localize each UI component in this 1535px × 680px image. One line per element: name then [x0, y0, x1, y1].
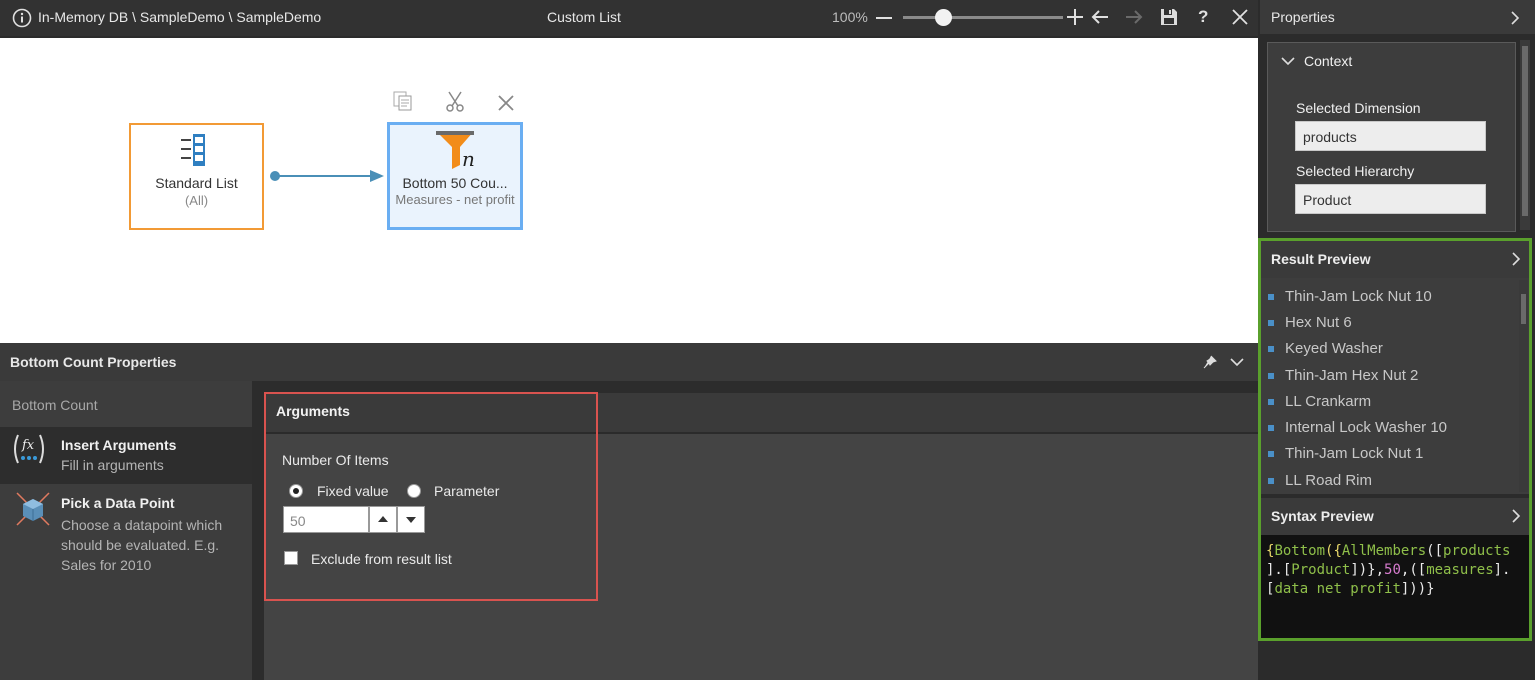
menu-item-insert-arguments[interactable]: fx Insert Arguments Fill in arguments — [0, 427, 252, 484]
node-subtitle: Measures - net profit — [395, 192, 515, 207]
pin-icon[interactable] — [1203, 355, 1217, 369]
properties-scrollbar[interactable] — [1520, 40, 1530, 230]
preview-highlight-box — [1258, 238, 1532, 641]
undo-arrow-icon[interactable] — [1090, 8, 1110, 26]
close-icon[interactable] — [1231, 8, 1249, 26]
connector-arrow — [270, 170, 384, 182]
top-toolbar: In-Memory DB \ SampleDemo \ SampleDemo C… — [0, 0, 1258, 36]
info-icon[interactable] — [12, 8, 32, 28]
chevron-right-icon[interactable] — [1510, 11, 1520, 25]
cut-icon[interactable] — [444, 90, 466, 112]
menu-item-description: Fill in arguments — [61, 457, 164, 473]
zoom-slider-thumb[interactable] — [934, 9, 952, 26]
menu-item-pick-data-point[interactable]: Pick a Data Point Choose a datapoint whi… — [0, 487, 252, 597]
properties-header: Properties — [1260, 0, 1535, 34]
workflow-canvas[interactable]: Standard List (All) n Bottom 50 Cou... M… — [0, 38, 1258, 343]
bottom-count-menu: Bottom Count fx Insert Arguments Fill in… — [0, 381, 252, 680]
node-icon-letter: n — [462, 147, 475, 171]
list-icon — [179, 133, 215, 167]
menu-item-title: Insert Arguments — [61, 437, 177, 453]
chevron-down-icon[interactable] — [1281, 56, 1295, 66]
context-header: Context — [1304, 53, 1353, 69]
bottom-panel-header: Bottom Count Properties — [0, 343, 1258, 381]
breadcrumb: In-Memory DB \ SampleDemo \ SampleDemo — [38, 9, 322, 25]
zoom-slider[interactable] — [903, 16, 1063, 19]
delete-icon[interactable] — [497, 94, 515, 112]
bottom-count-node[interactable]: n Bottom 50 Cou... Measures - net profit — [387, 122, 523, 230]
save-icon[interactable] — [1159, 7, 1179, 27]
function-icon: fx — [10, 433, 48, 467]
data-point-icon — [15, 491, 51, 527]
zoom-out-icon[interactable] — [875, 9, 893, 27]
context-section: Context Selected Dimension products Sele… — [1267, 42, 1516, 232]
standard-list-node[interactable]: Standard List (All) — [129, 123, 264, 230]
menu-item-description: Choose a datapoint which should be evalu… — [61, 517, 223, 573]
properties-title: Properties — [1271, 9, 1335, 25]
help-icon[interactable]: ? — [1198, 7, 1208, 27]
zoom-level: 100% — [832, 9, 868, 25]
chevron-down-icon[interactable] — [1230, 357, 1244, 367]
section-label: Bottom Count — [12, 397, 98, 413]
node-title: Standard List — [155, 175, 238, 191]
page-title: Custom List — [547, 9, 621, 25]
redo-arrow-icon[interactable] — [1124, 8, 1144, 26]
selected-dimension-label: Selected Dimension — [1296, 100, 1421, 116]
svg-text:fx: fx — [21, 438, 35, 453]
node-title: Bottom 50 Cou... — [402, 175, 508, 191]
menu-item-title: Pick a Data Point — [61, 495, 175, 511]
arguments-highlight-box — [264, 392, 598, 601]
selected-hierarchy-label: Selected Hierarchy — [1296, 163, 1415, 179]
zoom-in-icon[interactable] — [1066, 8, 1084, 26]
selected-hierarchy-field[interactable]: Product — [1295, 184, 1486, 214]
selected-dimension-field[interactable]: products — [1295, 121, 1486, 151]
copy-icon[interactable] — [392, 90, 414, 112]
node-subtitle: (All) — [184, 193, 209, 208]
bottom-panel-title: Bottom Count Properties — [10, 354, 177, 370]
